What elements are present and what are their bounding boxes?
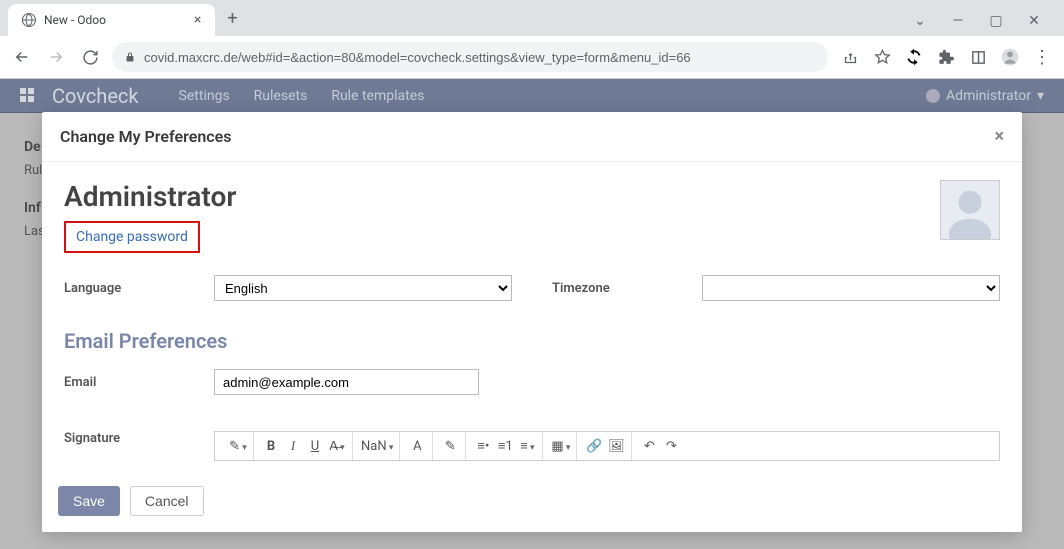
apps-icon[interactable] [20, 88, 36, 104]
lock-icon [124, 50, 136, 64]
style-dropdown[interactable]: ✎ [229, 439, 247, 454]
chevron-down-icon: ▾ [1037, 88, 1044, 104]
address-bar [0, 36, 1064, 78]
extensions-icon[interactable] [934, 45, 958, 69]
nav-settings[interactable]: Settings [179, 88, 230, 104]
signature-toolbar: ✎ B I U A̶ NaN A ✎ ≡• ≡1 ≡ ▦ [214, 431, 1000, 461]
tab-bar: New - Odoo × + ⌄ — ▢ ✕ [0, 0, 1064, 36]
undo-button[interactable]: ↶ [640, 439, 658, 454]
avatar[interactable] [940, 180, 1000, 240]
ol-button[interactable]: ≡1 [496, 438, 514, 454]
bold-button[interactable]: B [262, 439, 280, 454]
profile-icon[interactable] [998, 45, 1022, 69]
email-label: Email [64, 375, 204, 390]
share-icon[interactable] [838, 45, 862, 69]
language-select[interactable]: English [214, 275, 512, 301]
modal-title: Change My Preferences [60, 127, 231, 146]
highlight-button[interactable]: ✎ [441, 439, 459, 454]
tabs-icon[interactable] [966, 45, 990, 69]
minimize-icon[interactable]: — [944, 11, 972, 31]
modal-overlay: Change My Preferences × Administrator Ch… [0, 112, 1064, 549]
bookmark-icon[interactable] [870, 45, 894, 69]
ul-button[interactable]: ≡• [474, 438, 492, 454]
brand[interactable]: Covcheck [52, 84, 139, 108]
nav-rule-templates[interactable]: Rule templates [331, 88, 424, 104]
underline-button[interactable]: U [306, 439, 324, 454]
browser-chrome: New - Odoo × + ⌄ — ▢ ✕ [0, 0, 1064, 79]
close-icon[interactable]: × [194, 12, 201, 28]
save-button[interactable]: Save [58, 486, 120, 516]
window-controls: ⌄ — ▢ ✕ [906, 5, 1064, 31]
forward-button [44, 45, 68, 69]
globe-icon [22, 13, 36, 27]
cancel-button[interactable]: Cancel [130, 486, 204, 516]
tab-title: New - Odoo [44, 13, 106, 27]
italic-button[interactable]: I [284, 438, 302, 454]
image-button[interactable]: 🖼 [607, 439, 625, 454]
timezone-select[interactable] [702, 275, 1000, 301]
language-label: Language [64, 281, 204, 296]
close-window-icon[interactable]: ✕ [1020, 11, 1048, 31]
text-clear-button[interactable]: A̶ [328, 438, 346, 454]
menu-icon[interactable] [1030, 45, 1054, 69]
signature-label: Signature [64, 431, 204, 446]
link-button[interactable]: 🔗 [585, 439, 603, 454]
reload-button[interactable] [78, 45, 102, 69]
back-button[interactable] [10, 45, 34, 69]
email-field[interactable] [214, 369, 479, 395]
avatar-icon [926, 89, 940, 103]
app-navbar: Covcheck Settings Rulesets Rule template… [0, 79, 1064, 113]
preferences-modal: Change My Preferences × Administrator Ch… [42, 112, 1022, 532]
user-heading: Administrator [64, 180, 236, 213]
sync-icon[interactable] [902, 45, 926, 69]
url-bar[interactable] [112, 42, 828, 72]
redo-button[interactable]: ↷ [662, 439, 680, 454]
nav-rulesets[interactable]: Rulesets [254, 88, 308, 104]
chevron-down-icon[interactable]: ⌄ [906, 11, 934, 31]
email-prefs-heading: Email Preferences [64, 329, 1000, 353]
browser-tab[interactable]: New - Odoo × [8, 4, 215, 36]
align-button[interactable]: ≡ [518, 438, 536, 454]
url-input[interactable] [144, 50, 816, 65]
navbar-username: Administrator [946, 88, 1031, 104]
change-password-link[interactable]: Change password [64, 221, 200, 253]
font-color-button[interactable]: A [408, 439, 426, 454]
maximize-icon[interactable]: ▢ [982, 11, 1010, 31]
timezone-label: Timezone [552, 281, 692, 296]
navbar-user[interactable]: Administrator ▾ [926, 88, 1044, 104]
close-icon[interactable]: × [994, 126, 1004, 147]
table-button[interactable]: ▦ [551, 439, 570, 454]
fontsize-dropdown[interactable]: NaN [361, 439, 393, 454]
new-tab-button[interactable]: + [227, 8, 237, 29]
